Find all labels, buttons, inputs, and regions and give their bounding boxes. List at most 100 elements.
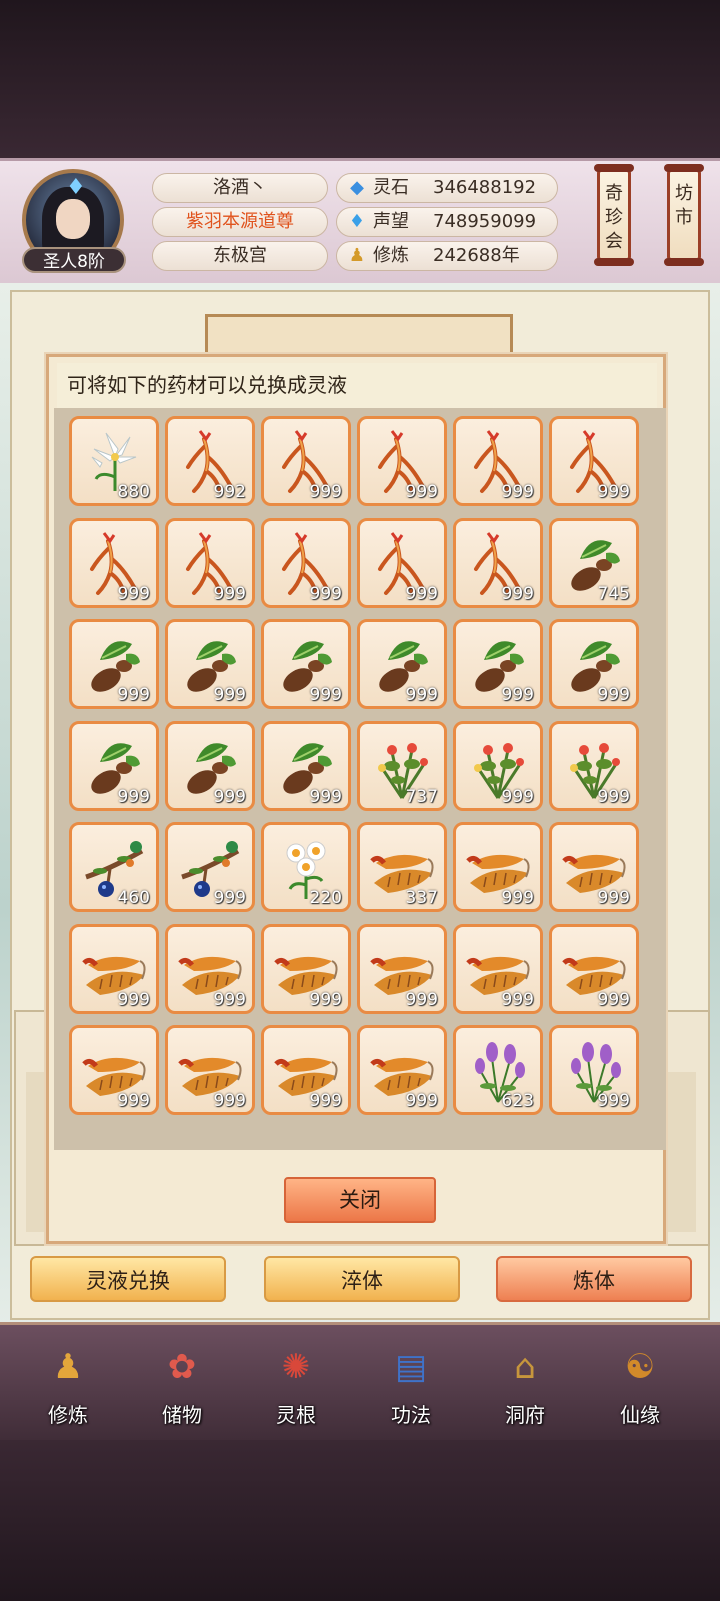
- exchange-button[interactable]: 灵液兑换: [30, 1256, 226, 1302]
- herb-item-herb[interactable]: 737: [357, 721, 447, 811]
- herb-item-ginseng[interactable]: 999: [261, 518, 351, 608]
- herb-item-ginseng[interactable]: 999: [261, 416, 351, 506]
- avatar-face: [56, 199, 90, 239]
- item-count: 623: [501, 1091, 534, 1111]
- herb-item-root[interactable]: 999: [69, 721, 159, 811]
- item-count: 999: [213, 990, 246, 1010]
- bottom-decor: [0, 1440, 720, 1601]
- herb-item-daisy[interactable]: 220: [261, 822, 351, 912]
- item-count: 999: [309, 1091, 342, 1111]
- nav-label: 修炼: [48, 1403, 88, 1427]
- herb-item-herb[interactable]: 999: [453, 721, 543, 811]
- item-count: 337: [405, 888, 438, 908]
- player-header: ♦ 圣人8阶 洛酒丶 紫羽本源道尊 东极宫 ◆ 灵石 346488192 ♦ 声望 748…: [0, 158, 720, 286]
- treasure-fair-button[interactable]: 奇珍会: [594, 164, 634, 266]
- herb-item-root[interactable]: 999: [357, 619, 447, 709]
- nav-item-2[interactable]: ✺ 灵根: [248, 1337, 344, 1437]
- nav-item-3[interactable]: ▤ 功法: [363, 1337, 459, 1437]
- herb-item-cordyceps[interactable]: 999: [261, 924, 351, 1014]
- market-button[interactable]: 坊市: [664, 164, 704, 266]
- herb-item-berry[interactable]: 460: [69, 822, 159, 912]
- herb-item-cordyceps[interactable]: 999: [69, 924, 159, 1014]
- stat-2: ♟ 修炼 242688年: [336, 241, 558, 271]
- stat-label: 声望: [373, 211, 409, 232]
- herb-item-ginseng[interactable]: 999: [165, 518, 255, 608]
- nav-item-4[interactable]: ⌂ 洞府: [477, 1337, 573, 1437]
- stat-value: 346488192: [433, 177, 537, 198]
- herb-item-root[interactable]: 999: [549, 619, 639, 709]
- nav-label: 洞府: [505, 1403, 545, 1427]
- item-count: 880: [117, 482, 150, 502]
- herb-item-cordyceps[interactable]: 999: [165, 924, 255, 1014]
- item-count: 999: [597, 888, 630, 908]
- book-icon: ▤: [394, 1347, 428, 1387]
- item-count: 992: [213, 482, 246, 502]
- cave-icon: ⌂: [514, 1347, 536, 1387]
- nav-item-1[interactable]: ✿ 储物: [134, 1337, 230, 1437]
- herb-item-root[interactable]: 999: [261, 721, 351, 811]
- item-count: 999: [501, 685, 534, 705]
- bag-icon: ✿: [167, 1347, 197, 1387]
- item-count: 999: [597, 482, 630, 502]
- item-count: 999: [309, 584, 342, 604]
- herb-item-cordyceps[interactable]: 999: [165, 1025, 255, 1115]
- herb-item-ginseng[interactable]: 999: [357, 518, 447, 608]
- herb-item-root[interactable]: 999: [453, 619, 543, 709]
- herb-item-ginseng[interactable]: 999: [69, 518, 159, 608]
- item-count: 999: [405, 685, 438, 705]
- temper-button[interactable]: 淬体: [264, 1256, 460, 1302]
- herb-item-cordyceps[interactable]: 999: [549, 822, 639, 912]
- herb-item-root[interactable]: 999: [165, 619, 255, 709]
- herb-item-ginseng[interactable]: 999: [357, 416, 447, 506]
- herb-item-root[interactable]: 745: [549, 518, 639, 608]
- spirit-root-icon: ✺: [281, 1347, 311, 1387]
- item-count: 999: [213, 888, 246, 908]
- item-count: 999: [117, 1091, 150, 1111]
- herb-item-berry[interactable]: 999: [165, 822, 255, 912]
- item-count: 460: [117, 888, 150, 908]
- item-count: 745: [597, 584, 630, 604]
- item-count: 999: [117, 990, 150, 1010]
- herb-item-cordyceps[interactable]: 999: [261, 1025, 351, 1115]
- prestige-icon: ♦: [348, 211, 366, 232]
- player-sect: 东极宫: [152, 241, 328, 271]
- herb-item-herb[interactable]: 999: [549, 721, 639, 811]
- item-count: 999: [213, 1091, 246, 1111]
- herb-item-ginseng[interactable]: 999: [549, 416, 639, 506]
- nav-label: 灵根: [276, 1403, 316, 1427]
- herb-item-ginseng[interactable]: 999: [453, 518, 543, 608]
- herb-item-cordyceps[interactable]: 999: [357, 1025, 447, 1115]
- herb-item-root[interactable]: 999: [165, 721, 255, 811]
- herb-item-cordyceps[interactable]: 337: [357, 822, 447, 912]
- herb-item-cordyceps[interactable]: 999: [453, 822, 543, 912]
- cultivate-icon: ♟: [52, 1347, 84, 1387]
- herb-item-lavender[interactable]: 623: [453, 1025, 543, 1115]
- stat-value: 748959099: [433, 211, 537, 232]
- nav-item-5[interactable]: ☯ 仙缘: [592, 1337, 688, 1437]
- item-count: 999: [117, 685, 150, 705]
- item-count: 220: [309, 888, 342, 908]
- item-count: 999: [501, 990, 534, 1010]
- top-decor: [0, 0, 720, 160]
- herb-item-cordyceps[interactable]: 999: [69, 1025, 159, 1115]
- herb-item-cordyceps[interactable]: 999: [453, 924, 543, 1014]
- herb-item-lily[interactable]: 880: [69, 416, 159, 506]
- herb-item-root[interactable]: 999: [69, 619, 159, 709]
- herb-item-ginseng[interactable]: 992: [165, 416, 255, 506]
- herb-item-cordyceps[interactable]: 999: [549, 924, 639, 1014]
- nav-item-0[interactable]: ♟ 修炼: [20, 1337, 116, 1437]
- item-count: 999: [213, 685, 246, 705]
- item-count: 999: [117, 584, 150, 604]
- close-button[interactable]: 关闭: [284, 1177, 436, 1223]
- item-count: 999: [597, 1091, 630, 1111]
- item-count: 999: [597, 685, 630, 705]
- item-count: 999: [597, 787, 630, 807]
- herb-item-lavender[interactable]: 999: [549, 1025, 639, 1115]
- herb-item-cordyceps[interactable]: 999: [357, 924, 447, 1014]
- bottom-nav: ♟ 修炼 ✿ 储物 ✺ 灵根 ▤ 功法 ⌂ 洞府 ☯ 仙缘: [0, 1322, 720, 1443]
- item-count: 999: [309, 482, 342, 502]
- herb-item-ginseng[interactable]: 999: [453, 416, 543, 506]
- stat-1: ♦ 声望 748959099: [336, 207, 558, 237]
- refine-button[interactable]: 炼体: [496, 1256, 692, 1302]
- herb-item-root[interactable]: 999: [261, 619, 351, 709]
